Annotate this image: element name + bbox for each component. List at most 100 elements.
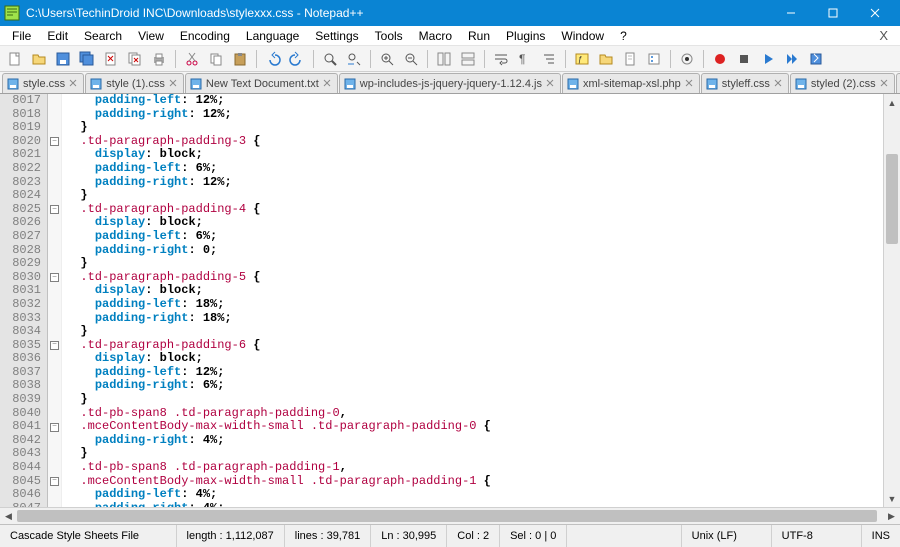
scroll-left-icon[interactable]: ◀ — [0, 508, 17, 525]
tab-item[interactable]: styleff.css — [701, 73, 789, 93]
tab-close-icon[interactable] — [323, 78, 331, 90]
stop-macro-icon[interactable] — [733, 48, 755, 70]
menubar-close-icon[interactable]: X — [871, 26, 896, 45]
file-icon — [706, 77, 718, 89]
tab-label: styleff.css — [722, 78, 770, 90]
tab-item[interactable]: New Text Document.txt — [185, 73, 338, 93]
hscroll-thumb[interactable] — [17, 510, 877, 522]
code-area[interactable]: padding-left: 12%; padding-right: 12%; }… — [62, 94, 883, 507]
replace-icon[interactable] — [343, 48, 365, 70]
wordwrap-icon[interactable] — [490, 48, 512, 70]
toolbar-separator — [256, 50, 257, 68]
menu-item-file[interactable]: File — [4, 27, 39, 45]
svg-text:ƒ: ƒ — [578, 55, 582, 64]
close-button[interactable] — [854, 0, 896, 26]
tab-item[interactable]: style (1).css — [85, 73, 184, 93]
status-ln: Ln : 30,995 — [371, 525, 447, 547]
tab-item[interactable]: styled (2).css — [790, 73, 895, 93]
status-encoding: UTF-8 — [772, 525, 862, 547]
menu-item-language[interactable]: Language — [238, 27, 307, 45]
toolbar: ¶ ƒ — [0, 46, 900, 72]
status-lines: lines : 39,781 — [285, 525, 371, 547]
undo-icon[interactable] — [262, 48, 284, 70]
zoom-out-icon[interactable] — [400, 48, 422, 70]
open-file-icon[interactable] — [28, 48, 50, 70]
record-macro-icon[interactable] — [709, 48, 731, 70]
horizontal-scrollbar[interactable]: ◀ ▶ — [0, 507, 900, 524]
menu-item-macro[interactable]: Macro — [411, 27, 460, 45]
sync-hscroll-icon[interactable] — [457, 48, 479, 70]
editor: 8017801880198020802180228023802480258026… — [0, 94, 900, 507]
scroll-right-icon[interactable]: ▶ — [883, 508, 900, 525]
tab-item[interactable]: wp-includes-js-jquery-jquery-1.12.4.js — [339, 73, 561, 93]
toolbar-separator — [484, 50, 485, 68]
scroll-down-icon[interactable]: ▼ — [884, 490, 900, 507]
menu-item-[interactable]: ? — [612, 27, 635, 45]
toolbar-separator — [427, 50, 428, 68]
indent-guide-icon[interactable] — [538, 48, 560, 70]
menu-item-plugins[interactable]: Plugins — [498, 27, 553, 45]
menu-item-run[interactable]: Run — [460, 27, 498, 45]
toolbar-separator — [565, 50, 566, 68]
tab-item[interactable]: indexd.php — [896, 73, 900, 93]
sync-vscroll-icon[interactable] — [433, 48, 455, 70]
statusbar: Cascade Style Sheets File length : 1,112… — [0, 524, 900, 547]
tab-close-icon[interactable] — [774, 78, 782, 90]
scroll-up-icon[interactable]: ▲ — [884, 94, 900, 111]
function-list-icon[interactable] — [643, 48, 665, 70]
save-macro-icon[interactable] — [805, 48, 827, 70]
monitor-icon[interactable] — [676, 48, 698, 70]
zoom-in-icon[interactable] — [376, 48, 398, 70]
tab-label: style.css — [23, 78, 65, 90]
menu-item-window[interactable]: Window — [553, 27, 612, 45]
lang-icon[interactable]: ƒ — [571, 48, 593, 70]
close-all-icon[interactable] — [124, 48, 146, 70]
tab-close-icon[interactable] — [880, 78, 888, 90]
file-icon — [795, 77, 807, 89]
tab-item[interactable]: xml-sitemap-xsl.php — [562, 73, 700, 93]
tab-close-icon[interactable] — [69, 78, 77, 90]
paste-icon[interactable] — [229, 48, 251, 70]
toolbar-separator — [313, 50, 314, 68]
new-file-icon[interactable] — [4, 48, 26, 70]
print-icon[interactable] — [148, 48, 170, 70]
show-all-chars-icon[interactable]: ¶ — [514, 48, 536, 70]
tab-label: xml-sitemap-xsl.php — [583, 78, 681, 90]
menu-item-tools[interactable]: Tools — [367, 27, 411, 45]
toolbar-separator — [670, 50, 671, 68]
tab-close-icon[interactable] — [685, 78, 693, 90]
maximize-button[interactable] — [812, 0, 854, 26]
file-icon — [7, 77, 19, 89]
menu-item-search[interactable]: Search — [76, 27, 130, 45]
doc-map-icon[interactable] — [619, 48, 641, 70]
tab-close-icon[interactable] — [169, 78, 177, 90]
minimize-button[interactable] — [770, 0, 812, 26]
play-multi-icon[interactable] — [781, 48, 803, 70]
find-icon[interactable] — [319, 48, 341, 70]
status-col: Col : 2 — [447, 525, 500, 547]
file-icon — [90, 77, 102, 89]
menu-item-settings[interactable]: Settings — [307, 27, 366, 45]
toolbar-separator — [370, 50, 371, 68]
toolbar-separator — [175, 50, 176, 68]
redo-icon[interactable] — [286, 48, 308, 70]
menu-item-edit[interactable]: Edit — [39, 27, 76, 45]
menu-item-view[interactable]: View — [130, 27, 172, 45]
copy-icon[interactable] — [205, 48, 227, 70]
tab-label: New Text Document.txt — [206, 78, 319, 90]
tab-item[interactable]: style.css — [2, 73, 84, 93]
tab-label: wp-includes-js-jquery-jquery-1.12.4.js — [360, 78, 542, 90]
close-file-icon[interactable] — [100, 48, 122, 70]
menu-item-encoding[interactable]: Encoding — [172, 27, 238, 45]
status-filetype: Cascade Style Sheets File — [0, 525, 177, 547]
tab-close-icon[interactable] — [546, 78, 554, 90]
play-macro-icon[interactable] — [757, 48, 779, 70]
save-all-icon[interactable] — [76, 48, 98, 70]
cut-icon[interactable] — [181, 48, 203, 70]
save-icon[interactable] — [52, 48, 74, 70]
folder-as-workspace-icon[interactable] — [595, 48, 617, 70]
scrollbar-thumb[interactable] — [886, 154, 898, 244]
vertical-scrollbar[interactable]: ▲ ▼ — [883, 94, 900, 507]
line-number-gutter: 8017801880198020802180228023802480258026… — [0, 94, 48, 507]
fold-column[interactable]: −−−−−− — [48, 94, 62, 507]
